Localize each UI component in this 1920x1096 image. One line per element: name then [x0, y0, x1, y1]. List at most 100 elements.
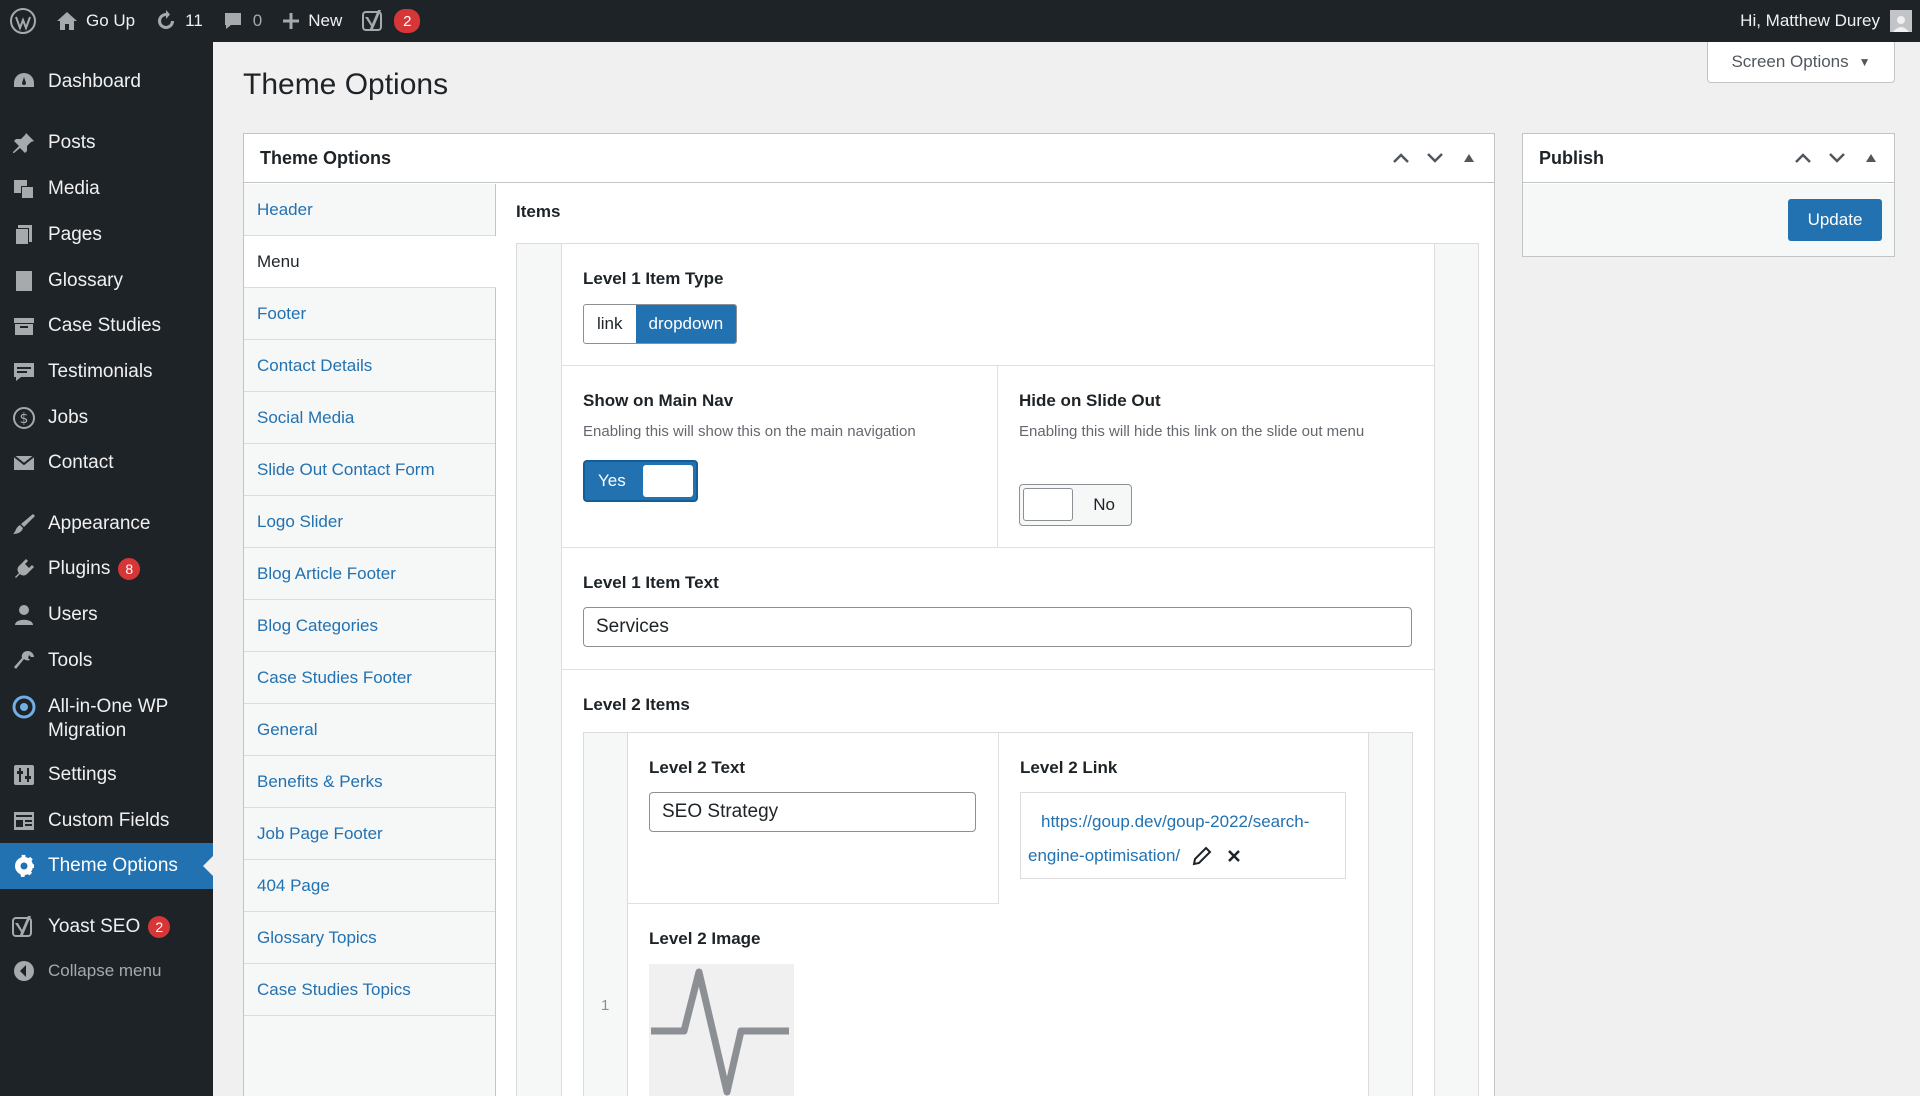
tab-general[interactable]: General — [244, 704, 495, 756]
sidebar-item-label: Appearance — [48, 513, 151, 534]
row-handle[interactable]: 1 — [584, 733, 627, 1096]
level2-items-field: Level 2 Items 1 Level 2 Text SEO Strateg… — [562, 670, 1434, 1096]
sidebar-item-testimonials[interactable]: Testimonials — [0, 350, 213, 394]
home-icon — [57, 12, 77, 30]
toggle-panel-icon[interactable] — [1452, 141, 1486, 175]
new-content-link[interactable]: New — [272, 0, 352, 42]
level2-link-line2[interactable]: engine-optimisation/ — [1028, 839, 1180, 873]
sidebar-item-plugins[interactable]: Plugins 8 — [0, 547, 213, 591]
comments-count: 0 — [252, 11, 263, 30]
refresh-icon — [158, 10, 175, 29]
level2-link-box: https://goup.dev/goup-2022/search- engin… — [1020, 792, 1346, 879]
move-up-icon[interactable] — [1384, 141, 1418, 175]
tab-slide-out-contact-form[interactable]: Slide Out Contact Form — [244, 444, 495, 496]
tab-404-page[interactable]: 404 Page — [244, 860, 495, 912]
tab-blog-categories[interactable]: Blog Categories — [244, 600, 495, 652]
theme-options-box: Theme Options Header Menu Footer Contact De… — [243, 133, 1495, 1096]
sidebar-item-glossary[interactable]: Glossary — [0, 259, 213, 303]
sidebar-item-label: Theme Options — [48, 855, 178, 876]
wordpress-logo-icon[interactable] — [0, 0, 46, 42]
sidebar-item-media[interactable]: Media — [0, 167, 213, 211]
greeting: Hi, Matthew Durey — [1740, 11, 1880, 30]
theme-options-box-title: Theme Options — [260, 147, 392, 168]
tab-case-studies-footer[interactable]: Case Studies Footer — [244, 652, 495, 704]
tab-glossary-topics[interactable]: Glossary Topics — [244, 912, 495, 964]
tab-benefits-perks[interactable]: Benefits & Perks — [244, 756, 495, 808]
screen-options-button[interactable]: Screen Options ▼ — [1707, 42, 1895, 83]
item-type-toggle[interactable]: link dropdown — [583, 304, 738, 344]
level2-link-row2: engine-optimisation/ — [1028, 839, 1242, 873]
move-down-icon[interactable] — [1418, 141, 1452, 175]
toggle-value-no: No — [1093, 495, 1115, 514]
site-name: Go Up — [86, 11, 136, 30]
yoast-link[interactable]: 2 — [352, 0, 430, 42]
show-main-nav-toggle[interactable]: Yes — [583, 460, 698, 502]
level1-text-input[interactable]: Services — [583, 607, 1412, 647]
sidebar-item-label: Custom Fields — [48, 810, 170, 831]
dollar-icon: $ — [12, 406, 36, 430]
caret-down-icon: ▼ — [1858, 55, 1871, 69]
collapse-menu-button[interactable]: Collapse menu — [0, 949, 213, 993]
level1-text-label: Level 1 Item Text — [583, 573, 719, 592]
remove-link-icon[interactable] — [1226, 848, 1242, 864]
plugin-icon — [12, 557, 36, 581]
sidebar-item-dashboard[interactable]: Dashboard — [0, 60, 213, 104]
level2-text-field: Level 2 Text SEO Strategy — [628, 733, 999, 904]
level2-text-input[interactable]: SEO Strategy — [649, 792, 976, 832]
tab-menu[interactable]: Menu — [244, 236, 496, 288]
sidebar-item-all-in-one-wp-migration[interactable]: All-in-One WP Migration — [0, 685, 213, 751]
account-menu[interactable]: Hi, Matthew Durey — [1740, 10, 1920, 32]
updates-link[interactable]: 11 — [145, 0, 213, 42]
tab-job-page-footer[interactable]: Job Page Footer — [244, 808, 495, 860]
level2-image-label: Level 2 Image — [649, 929, 761, 948]
toggle-panel-icon[interactable] — [1854, 141, 1888, 175]
comment-icon — [224, 13, 241, 29]
tab-header[interactable]: Header — [244, 184, 495, 236]
tab-logo-slider[interactable]: Logo Slider — [244, 496, 495, 548]
sidebar-item-posts[interactable]: Posts — [0, 121, 213, 165]
items-label: Items — [516, 202, 561, 221]
type-option-link[interactable]: link — [584, 305, 636, 343]
move-down-icon[interactable] — [1820, 141, 1854, 175]
sidebar-item-label: Contact — [48, 452, 114, 473]
tab-footer[interactable]: Footer — [244, 288, 495, 340]
sidebar-item-settings[interactable]: Settings — [0, 753, 213, 797]
tab-case-studies-topics[interactable]: Case Studies Topics — [244, 964, 495, 1016]
testimonial-icon — [12, 360, 36, 384]
level2-image-preview[interactable] — [649, 964, 794, 1096]
sidebar-item-contact[interactable]: Contact — [0, 441, 213, 485]
update-button[interactable]: Update — [1788, 199, 1882, 241]
migration-icon — [12, 695, 36, 719]
sidebar-item-case-studies[interactable]: Case Studies — [0, 304, 213, 348]
sidebar-item-label: Tools — [48, 650, 93, 671]
tab-blog-article-footer[interactable]: Blog Article Footer — [244, 548, 495, 600]
sidebar-item-label: Users — [48, 604, 98, 625]
screen-options-label: Screen Options — [1731, 52, 1849, 71]
move-up-icon[interactable] — [1786, 141, 1820, 175]
comments-link[interactable]: 0 — [213, 0, 272, 42]
book-icon — [12, 269, 36, 293]
pulse-line-icon — [651, 968, 789, 1096]
sidebar-item-tools[interactable]: Tools — [0, 639, 213, 683]
level2-link-field: Level 2 Link https://goup.dev/goup-2022/… — [999, 733, 1368, 904]
sidebar-item-users[interactable]: Users — [0, 593, 213, 637]
hide-slide-out-field: Hide on Slide Out Enabling this will hid… — [998, 366, 1434, 548]
sidebar-item-appearance[interactable]: Appearance — [0, 502, 213, 546]
sidebar-item-label: Yoast SEO — [48, 916, 141, 937]
toggle-value-yes: Yes — [598, 471, 626, 490]
type-option-dropdown[interactable]: dropdown — [635, 305, 737, 343]
sidebar-item-label: All-in-One WP Migration — [48, 695, 168, 743]
theme-options-box-header: Theme Options — [244, 134, 1494, 183]
tab-social-media[interactable]: Social Media — [244, 392, 495, 444]
avatar — [1890, 10, 1912, 32]
tab-contact-details[interactable]: Contact Details — [244, 340, 495, 392]
level2-link-line1[interactable]: https://goup.dev/goup-2022/search- — [1041, 805, 1309, 839]
sidebar-item-custom-fields[interactable]: Custom Fields — [0, 799, 213, 843]
edit-link-icon[interactable] — [1192, 846, 1212, 866]
sidebar-item-yoast-seo[interactable]: Yoast SEO 2 — [0, 905, 213, 949]
site-name-link[interactable]: Go Up — [46, 0, 145, 42]
sidebar-item-theme-options[interactable]: Theme Options — [0, 843, 213, 889]
hide-slide-out-toggle[interactable]: No — [1019, 484, 1132, 526]
sidebar-item-pages[interactable]: Pages — [0, 213, 213, 257]
sidebar-item-jobs[interactable]: $ Jobs — [0, 396, 213, 440]
